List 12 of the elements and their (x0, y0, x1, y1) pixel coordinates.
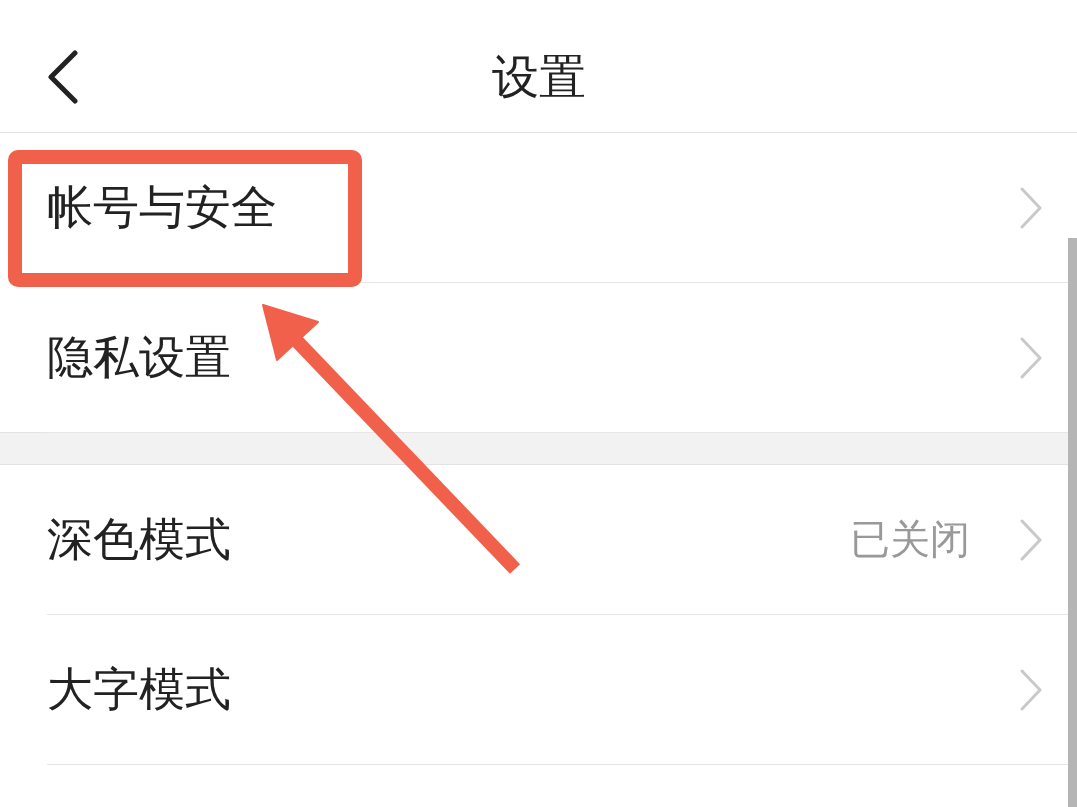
chevron-right-icon (1020, 336, 1042, 379)
chevron-right-icon (1020, 518, 1042, 561)
status-value: 已关闭 (850, 515, 970, 564)
page-title: 设置 (491, 48, 586, 106)
chevron-right-icon (1020, 668, 1042, 711)
settings-item[interactable]: 隐私设置 (47, 326, 231, 389)
settings-item[interactable]: 帐号与安全 (47, 176, 277, 239)
settings-item[interactable]: 深色模式 (47, 508, 231, 571)
back-icon (48, 50, 78, 104)
back-button[interactable] (48, 50, 78, 104)
chevron-right-icon (1020, 186, 1042, 229)
settings-item[interactable]: 大字模式 (47, 658, 231, 721)
